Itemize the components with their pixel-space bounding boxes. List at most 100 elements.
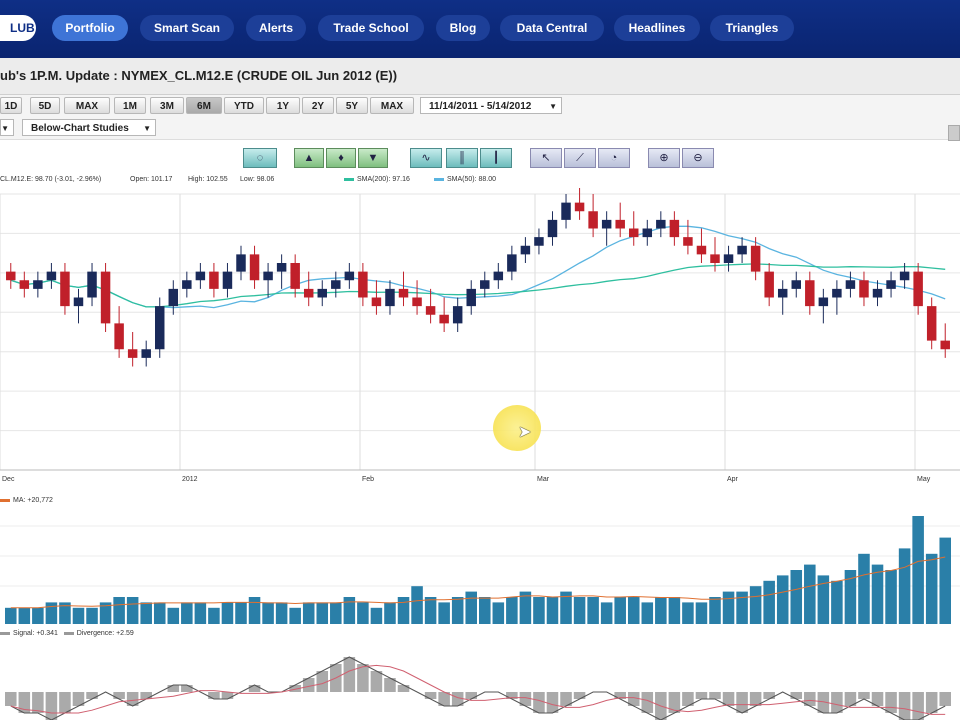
trendline-icon[interactable]: ⟋ [564,148,596,168]
candle-down-icon[interactable]: ▼ [358,148,388,168]
range-ytd-button[interactable]: YTD [224,97,264,114]
candle-body [480,280,490,289]
bar-chart-icon[interactable]: ║ [446,148,478,168]
nav-portfolio[interactable]: Portfolio [52,15,128,41]
nav-smart-scan[interactable]: Smart Scan [140,15,234,41]
candle-body [899,271,910,281]
candle-mixed-icon[interactable]: ♦ [326,148,356,168]
candle-body [696,245,707,255]
price-legend: CL.M12.E: 98.70 (-3.01, -2.96%) Open: 10… [0,173,960,187]
candle-body [249,254,260,281]
candle-body [737,245,747,255]
zoom-out-icon[interactable]: ⊖ [682,148,714,168]
range-1y-button[interactable]: 1Y [266,97,300,114]
candle-body [777,288,788,298]
range-1m-button[interactable]: 1M [114,97,146,114]
macd-histogram-bar [858,692,870,699]
below-chart-studies-select[interactable]: Below-Chart Studies ▼ [22,119,156,136]
candle-body [629,228,639,238]
range-1d-button[interactable]: 1D [0,97,22,114]
candle-body [46,271,57,281]
x-axis-label: 2012 [182,476,198,483]
candle-body [683,237,693,246]
volume-bar [289,607,301,624]
candle-body [195,271,206,281]
volume-bar [709,597,721,624]
macd-histogram-bar [939,692,951,706]
macd-histogram-bar [343,657,356,692]
nav-headlines[interactable]: Headlines [614,15,700,41]
fibonacci-icon[interactable]: ◔ [598,148,630,168]
candle-body [412,297,422,307]
candle-body [141,349,151,358]
date-range-select[interactable]: 11/14/2011 - 5/14/2012 ▼ [420,97,562,114]
candle-body [886,280,896,289]
candle-body [872,288,883,298]
candle-body [791,280,801,289]
below-chart-studies-label: Below-Chart Studies [31,123,129,134]
macd-histogram-bar [898,692,911,720]
macd-histogram-bar [573,692,586,699]
volume-bar [140,602,152,624]
logo[interactable]: LUB [0,15,36,41]
candle-body [561,202,571,220]
nav-trade-school[interactable]: Trade School [318,15,424,41]
x-axis-label: Feb [362,476,374,483]
range-max-short-button[interactable]: MAX [64,97,110,114]
range-3m-button[interactable]: 3M [150,97,184,114]
macd-histogram-bar [113,692,125,699]
range-max-button[interactable]: MAX [370,97,414,114]
x-axis-label: May [917,476,931,483]
candle-body [669,219,680,238]
macd-histogram-bar [397,685,410,692]
candle-body [547,219,558,238]
macd-histogram-bar [790,692,803,699]
toolbar-scroll-handle[interactable] [948,125,960,141]
nav-data-central[interactable]: Data Central [500,15,604,41]
x-axis-label: Mar [537,476,550,483]
candle-up-icon[interactable]: ▲ [294,148,324,168]
line-chart-icon[interactable]: ∿ [410,148,442,168]
pointer-icon[interactable]: ↖ [530,148,562,168]
range-5d-button[interactable]: 5D [30,97,60,114]
macd-histogram-bar [533,692,545,713]
date-range-value: 11/14/2011 - 5/14/2012 [429,101,532,112]
volume-bar [5,607,17,624]
candle-body [805,280,815,307]
volume-bar [614,597,626,624]
range-6m-button[interactable]: 6M [186,97,222,114]
volume-bar [45,602,58,624]
candle-body [926,306,937,341]
range-5y-button[interactable]: 5Y [336,97,368,114]
macd-signal-line [10,664,946,715]
zoom-in-icon[interactable]: ⊕ [648,148,680,168]
macd-histogram-bar [736,692,748,713]
macd-histogram-bar [5,692,17,706]
mouse-pointer-icon: ➤ [518,424,532,441]
candle-body [534,237,544,246]
candle-body [236,254,246,272]
candle-chart-icon[interactable]: ┃ [480,148,512,168]
upper-studies-select[interactable]: ▼ [0,119,14,136]
top-nav: LUB Portfolio Smart Scan Alerts Trade Sc… [0,0,960,58]
volume-bar [357,602,369,624]
candle-body [209,271,219,289]
candle-body [222,271,233,289]
macd-line [10,656,946,720]
chart-style-icon[interactable]: ◌ [243,148,277,168]
volume-bar [221,602,234,624]
volume-chart[interactable] [0,506,960,624]
macd-histogram-bar [181,685,193,692]
macd-histogram-bar [208,692,220,699]
volume-bar [668,597,681,624]
nav-triangles[interactable]: Triangles [710,15,794,41]
range-2y-button[interactable]: 2Y [302,97,334,114]
nav-alerts[interactable]: Alerts [246,15,306,41]
candle-body [642,228,653,238]
volume-bar [804,564,816,624]
nav-blog[interactable]: Blog [436,15,490,41]
candle-body [601,219,612,229]
candle-body [168,288,179,307]
price-chart[interactable]: Dec 2012 Feb Mar Apr May [0,188,960,493]
macd-chart[interactable] [0,642,960,720]
